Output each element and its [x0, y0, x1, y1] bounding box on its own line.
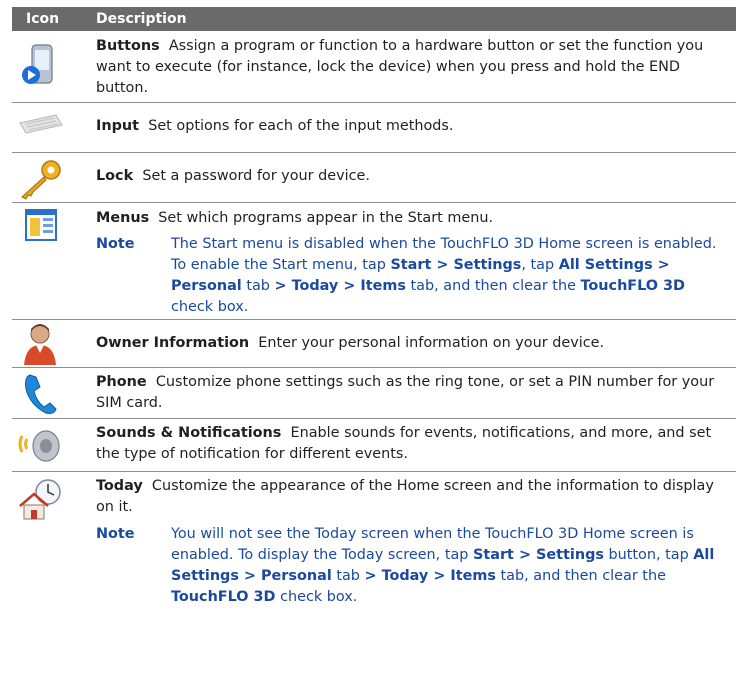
header-description-column: Description: [96, 11, 187, 27]
table-row-sounds-notifications: Sounds & Notifications Enable sounds for…: [12, 419, 736, 472]
table-row-phone: Phone Customize phone settings such as t…: [12, 368, 736, 419]
row-title: Buttons: [96, 38, 160, 54]
owner-person-icon: [16, 321, 66, 367]
row-title: Lock: [96, 168, 134, 184]
row-description: Owner Information Enter your personal in…: [96, 333, 726, 354]
note-label: Note: [96, 526, 135, 542]
row-text: Assign a program or function to a hardwa…: [96, 38, 704, 96]
header-icon-column: Icon: [26, 11, 60, 27]
phone-handset-icon: [16, 371, 66, 417]
row-title: Phone: [96, 374, 147, 390]
table-row-lock: Lock Set a password for your device.: [12, 153, 736, 203]
row-text: Customize phone settings such as the rin…: [96, 374, 715, 411]
table-header: Icon Description: [12, 7, 736, 31]
keyboard-icon: [16, 111, 66, 157]
note-label: Note: [96, 236, 135, 252]
row-description: Buttons Assign a program or function to …: [96, 36, 726, 99]
settings-table: Icon Description Buttons Assign a progra…: [12, 7, 736, 607]
row-description: Today Customize the appearance of the Ho…: [96, 476, 726, 518]
row-description: Menus Set which programs appear in the S…: [96, 208, 726, 229]
row-description: Lock Set a password for your device.: [96, 166, 726, 187]
row-title: Today: [96, 478, 143, 494]
row-text: Enter your personal information on your …: [258, 335, 605, 351]
buttons-phone-icon: [16, 41, 66, 87]
table-row-owner-information: Owner Information Enter your personal in…: [12, 320, 736, 368]
row-description: Phone Customize phone settings such as t…: [96, 372, 726, 414]
row-text: Set which programs appear in the Start m…: [158, 210, 494, 226]
note-text: You will not see the Today screen when t…: [171, 526, 715, 605]
speaker-sound-icon: [16, 422, 66, 468]
row-text: Set options for each of the input method…: [148, 118, 454, 134]
home-clock-icon: [16, 476, 66, 522]
table-row-input: Input Set options for each of the input …: [12, 103, 736, 153]
note-block: Note You will not see the Today screen w…: [96, 524, 726, 608]
row-text: Customize the appearance of the Home scr…: [96, 478, 714, 515]
row-description: Sounds & Notifications Enable sounds for…: [96, 423, 726, 465]
row-description: Input Set options for each of the input …: [96, 116, 726, 137]
note-block: Note The Start menu is disabled when the…: [96, 234, 726, 318]
row-title: Input: [96, 118, 140, 134]
row-title: Owner Information: [96, 335, 250, 351]
table-row-today: Today Customize the appearance of the Ho…: [12, 472, 736, 607]
menu-window-icon: [16, 207, 66, 253]
row-title: Sounds & Notifications: [96, 425, 282, 441]
table-row-menus: Menus Set which programs appear in the S…: [12, 203, 736, 320]
row-text: Set a password for your device.: [142, 168, 370, 184]
note-text: The Start menu is disabled when the Touc…: [171, 236, 717, 315]
row-title: Menus: [96, 210, 150, 226]
table-row-buttons: Buttons Assign a program or function to …: [12, 31, 736, 103]
key-icon: [16, 157, 66, 203]
